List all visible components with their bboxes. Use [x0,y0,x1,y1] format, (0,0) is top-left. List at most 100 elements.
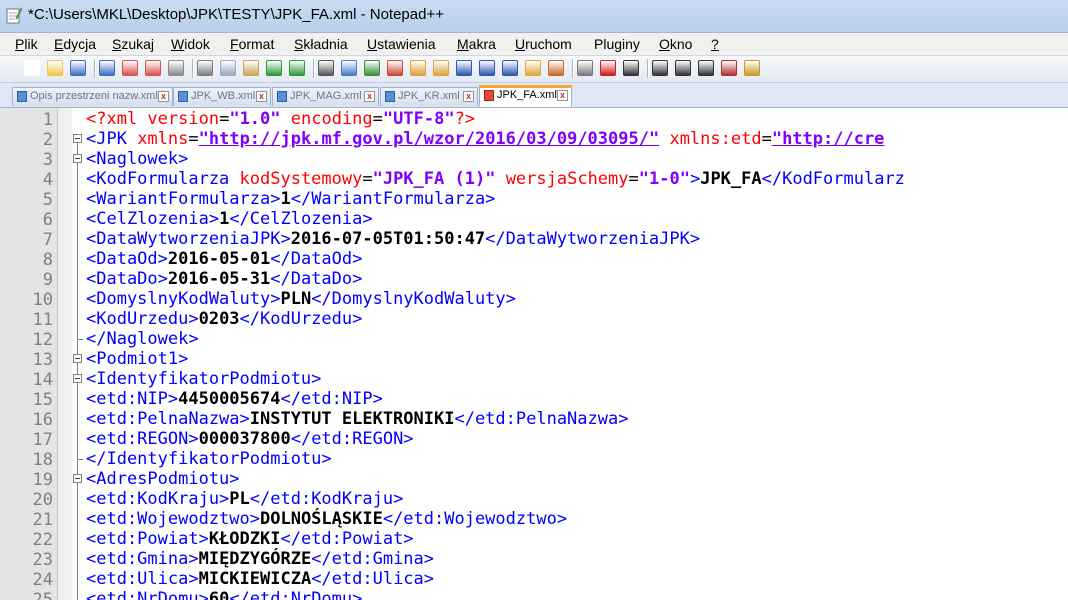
code-line[interactable]: 9 <DataDo>2016-05-31</DataDo> [0,269,1068,290]
menu-item-uruchom[interactable]: Uruchom [515,36,572,52]
fold-collapse-icon[interactable] [73,469,85,489]
tab-jpk-fa-xml[interactable]: JPK_FA.xml x [479,85,572,107]
code-text: <WariantFormularza>1</WariantFormularza> [86,189,495,209]
tab-close-icon[interactable]: x [557,90,568,101]
tab-close-icon[interactable]: x [364,91,375,102]
spell-check-icon[interactable] [721,60,737,76]
toolbar-separator [94,59,96,78]
code-line[interactable]: 10 <DomyslnyKodWaluty>PLN</DomyslnyKodWal… [0,289,1068,310]
line-number: 15 [32,390,53,410]
code-editor[interactable]: 1 <?xml version="1.0" encoding="UTF-8"?> 2… [0,108,1068,600]
menu-item-makra[interactable]: Makra [457,36,496,52]
menu-label: kno [669,36,693,52]
save-icon[interactable] [70,60,86,76]
folder-workspace-icon[interactable] [577,60,593,76]
fold-line-segment [77,409,78,429]
code-line[interactable]: 23 <etd:Gmina>MIĘDZYGÓRZE</etd:Gmina> [0,549,1068,570]
cut-icon[interactable] [197,60,213,76]
function-list-icon[interactable] [548,60,564,76]
new-file-icon[interactable] [24,60,40,76]
record-macro-icon[interactable] [600,60,616,76]
sync-horizontal-icon[interactable] [433,60,449,76]
paste-icon[interactable] [243,60,259,76]
plugin-icon[interactable] [744,60,760,76]
menu-item-format[interactable]: Format [230,36,274,52]
code-line[interactable]: 25 <etd:NrDomu>60</etd:NrDomu> [0,589,1068,600]
copy-icon[interactable] [220,60,236,76]
token-tag: </KodFormularz [761,169,905,189]
save-macro-icon[interactable] [698,60,714,76]
code-line[interactable]: 3 <Naglowek> [0,149,1068,170]
tab-close-icon[interactable]: x [463,91,474,102]
code-line[interactable]: 21 <etd:Wojewodztwo>DOLNOŚLĄSKIE</etd:Woj… [0,509,1068,530]
token-tag: <DataDo> [86,269,168,289]
tab-close-icon[interactable]: x [158,91,169,102]
print-icon[interactable] [168,60,184,76]
fold-end-marker [73,449,85,469]
code-line[interactable]: 20 <etd:KodKraju>PL</etd:KodKraju> [0,489,1068,510]
tab-opis-przestrzeni-nazw-xml[interactable]: Opis przestrzeni nazw.xml x [12,87,173,106]
tab-jpk-wb-xml[interactable]: JPK_WB.xml x [173,87,271,106]
stop-macro-icon[interactable] [623,60,639,76]
menu-item-składnia[interactable]: Składnia [294,36,348,52]
tab-jpk-kr-xml[interactable]: JPK_KR.xml x [380,87,478,106]
code-line[interactable]: 2 <JPK xmlns="http://jpk.mf.gov.pl/wzor/2… [0,129,1068,150]
token-attr: kodSystemowy [239,169,363,189]
indent-guide-icon[interactable] [502,60,518,76]
code-line[interactable]: 13 <Podmiot1> [0,349,1068,370]
tab-close-icon[interactable]: x [256,91,267,102]
undo-icon[interactable] [266,60,282,76]
fold-collapse-icon[interactable] [73,349,85,369]
run-macro-multiple-icon[interactable] [675,60,691,76]
code-text: <JPK xmlns="http://jpk.mf.gov.pl/wzor/20… [86,129,884,149]
word-wrap-icon[interactable] [456,60,472,76]
token-tag: </etd:REGON> [290,429,414,449]
zoom-out-icon[interactable] [387,60,403,76]
close-all-icon[interactable] [145,60,161,76]
code-line[interactable]: 22 <etd:Powiat>KŁODZKI</etd:Powiat> [0,529,1068,550]
menu-item-plik[interactable]: Plik [15,36,38,52]
menu-item-okno[interactable]: Okno [659,36,692,52]
close-icon[interactable] [122,60,138,76]
show-all-chars-icon[interactable] [479,60,495,76]
save-all-icon[interactable] [99,60,115,76]
replace-icon[interactable] [341,60,357,76]
zoom-in-icon[interactable] [364,60,380,76]
menu-item-ustawienia[interactable]: Ustawienia [367,36,436,52]
fold-collapse-icon[interactable] [73,369,85,389]
menu-item-pluginy[interactable]: Pluginy [594,36,640,52]
code-line[interactable]: 24 <etd:Ulica>MICKIEWICZA</etd:Ulica> [0,569,1068,590]
sync-vertical-icon[interactable] [410,60,426,76]
token-text: 4450005674 [178,389,281,409]
code-line[interactable]: 16 <etd:PelnaNazwa>INSTYTUT ELEKTRONIKI</… [0,409,1068,430]
code-line[interactable]: 17 <etd:REGON>000037800</etd:REGON> [0,429,1068,450]
fold-collapse-icon[interactable] [73,149,85,169]
doc-map-icon[interactable] [525,60,541,76]
code-line[interactable]: 7 <DataWytworzeniaJPK>2016-07-05T01:50:47… [0,229,1068,250]
code-line[interactable]: 11 <KodUrzedu>0203</KodUrzedu> [0,309,1068,330]
menu-item-szukaj[interactable]: Szukaj [112,36,154,52]
redo-icon[interactable] [289,60,305,76]
token-tag: </WariantFormularza> [290,189,496,209]
code-line[interactable]: 5 <WariantFormularza>1</WariantFormularza… [0,189,1068,210]
code-line[interactable]: 1 <?xml version="1.0" encoding="UTF-8"?> [0,109,1068,130]
menu-label: Pluginy [594,36,640,52]
code-line[interactable]: 15 <etd:NIP>4450005674</etd:NIP> [0,389,1068,410]
code-line[interactable]: 18 </IdentyfikatorPodmiotu> [0,449,1068,470]
code-line[interactable]: 14 <IdentyfikatorPodmiotu> [0,369,1068,390]
find-icon[interactable] [318,60,334,76]
menu-mnemonic: F [230,36,239,52]
code-line[interactable]: 4 <KodFormularza kodSystemowy="JPK_FA (1)… [0,169,1068,190]
play-macro-icon[interactable] [652,60,668,76]
code-line[interactable]: 8 <DataOd>2016-05-01</DataOd> [0,249,1068,270]
code-line[interactable]: 12 </Naglowek> [0,329,1068,350]
menu-item-widok[interactable]: Widok [171,36,210,52]
toolbar [0,56,1068,83]
menu-item-edycja[interactable]: Edycja [54,36,96,52]
menu-item-help[interactable]: ? [711,36,719,52]
code-line[interactable]: 6 <CelZlozenia>1</CelZlozenia> [0,209,1068,230]
fold-collapse-icon[interactable] [73,129,85,149]
open-file-icon[interactable] [47,60,63,76]
code-line[interactable]: 19 <AdresPodmiotu> [0,469,1068,490]
tab-jpk-mag-xml[interactable]: JPK_MAG.xml x [272,87,379,106]
